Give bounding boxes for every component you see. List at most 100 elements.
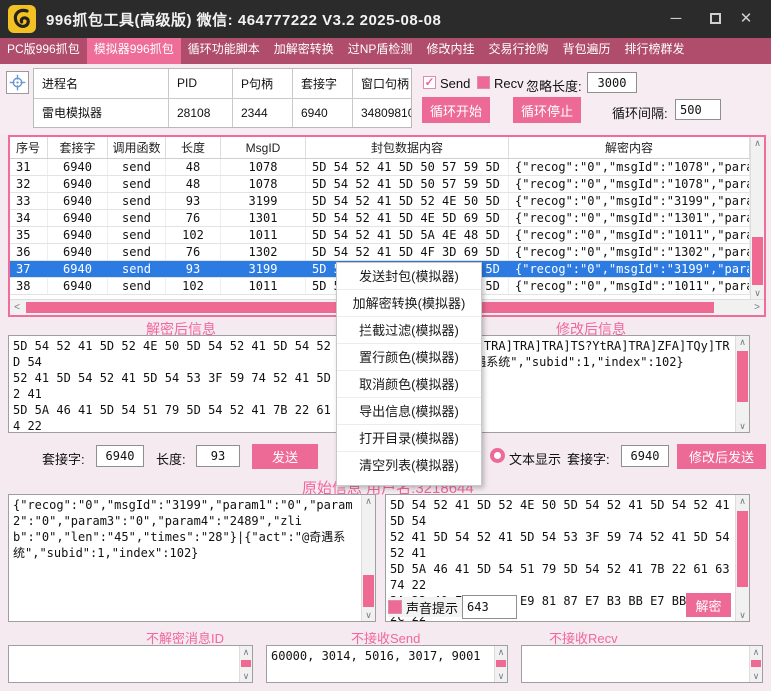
socket-input[interactable]: 6940 (96, 445, 144, 467)
scroll-up-icon[interactable]: ∧ (736, 495, 749, 507)
cell-func: send (108, 176, 166, 192)
scroll-down-icon[interactable]: ∨ (362, 609, 375, 621)
menu-item-cancel-color[interactable]: 取消颜色(模拟器) (337, 371, 481, 398)
packet-row[interactable]: 31 6940 send 48 1078 5D 54 52 41 5D 50 5… (10, 159, 764, 176)
scroll-up-icon[interactable]: ∧ (751, 137, 764, 149)
scroll-up-icon[interactable]: ∧ (736, 336, 749, 348)
scroll-thumb[interactable] (737, 511, 748, 587)
no-decrypt-textarea[interactable] (8, 645, 253, 683)
modified-info-scrollbar[interactable]: ∧ ∨ (735, 336, 749, 432)
menu-item-export-info[interactable]: 导出信息(模拟器) (337, 398, 481, 425)
no-send-textarea[interactable]: 60000, 3014, 5016, 3017, 9001 (266, 645, 508, 683)
tab-emulator-capture[interactable]: 模拟器996抓包 (87, 38, 181, 64)
scroll-thumb[interactable] (751, 660, 761, 667)
menu-item-send-packet[interactable]: 发送封包(模拟器) (337, 263, 481, 290)
modified-send-button[interactable]: 修改后发送 (677, 444, 766, 469)
send-button[interactable]: 发送 (252, 444, 318, 469)
loop-interval-input[interactable]: 500 (675, 99, 721, 120)
decrypt-button[interactable]: 解密 (686, 593, 731, 617)
menu-item-set-row-color[interactable]: 置行颜色(模拟器) (337, 344, 481, 371)
ignore-length-label: 忽略长度: (526, 76, 582, 95)
menu-item-encrypt-convert[interactable]: 加解密转换(模拟器) (337, 290, 481, 317)
socket2-input[interactable]: 6940 (621, 445, 669, 467)
tab-rank-broadcast[interactable]: 排行榜群发 (617, 38, 691, 60)
window-title: 996抓包工具(高级版) 微信: 464777222 V3.2 2025-08-… (46, 9, 441, 30)
scroll-up-icon[interactable]: ∧ (362, 495, 375, 507)
scroll-thumb[interactable] (241, 660, 251, 667)
cell-seq: 34 (10, 210, 48, 226)
vertical-scroll-thumb[interactable] (752, 237, 763, 285)
ignore-length-input[interactable]: 3000 (587, 72, 637, 93)
process-table-header: 进程名 PID P句柄 套接字 窗口句柄 (34, 69, 411, 99)
scroll-thumb[interactable] (363, 575, 374, 607)
menu-item-open-directory[interactable]: 打开目录(模拟器) (337, 425, 481, 452)
cell-seq: 36 (10, 244, 48, 260)
cell-length: 102 (166, 278, 221, 294)
sound-id-input[interactable]: 643 (462, 595, 517, 619)
original-hex-scrollbar[interactable]: ∧ ∨ (735, 495, 749, 621)
context-menu: 发送封包(模拟器) 加解密转换(模拟器) 拦截过滤(模拟器) 置行颜色(模拟器)… (336, 262, 482, 486)
no-recv-scrollbar[interactable]: ∧ ∨ (749, 646, 762, 682)
loop-stop-button[interactable]: 循环停止 (513, 97, 581, 123)
tab-bag-traverse[interactable]: 背包遍历 (555, 38, 617, 60)
tab-loop-script[interactable]: 循环功能脚本 (181, 38, 267, 60)
send-checkbox[interactable]: ✓ (423, 76, 436, 89)
scroll-up-icon[interactable]: ∧ (750, 646, 762, 658)
packet-row[interactable]: 35 6940 send 102 1011 5D 54 52 41 5D 5A … (10, 227, 764, 244)
text-display-radio[interactable] (490, 448, 505, 463)
sound-alert-checkbox[interactable] (388, 600, 402, 614)
scroll-left-icon[interactable]: < (10, 300, 24, 315)
scroll-thumb[interactable] (496, 660, 506, 667)
cell-length: 76 (166, 244, 221, 260)
process-socket: 6940 (293, 99, 353, 128)
tab-modify-plugin[interactable]: 修改内挂 (419, 38, 481, 60)
packet-row[interactable]: 33 6940 send 93 3199 5D 54 52 41 5D 52 4… (10, 193, 764, 210)
no-decrypt-box: ∧ ∨ (8, 645, 253, 683)
packet-row[interactable]: 34 6940 send 76 1301 5D 54 52 41 5D 4E 5… (10, 210, 764, 227)
tab-trade-snipe[interactable]: 交易行抢购 (481, 38, 555, 60)
no-decrypt-scrollbar[interactable]: ∧ ∨ (239, 646, 252, 682)
no-recv-textarea[interactable] (521, 645, 763, 683)
loop-start-button[interactable]: 循环开始 (422, 97, 490, 123)
scroll-up-icon[interactable]: ∧ (240, 646, 252, 658)
menu-item-intercept-filter[interactable]: 拦截过滤(模拟器) (337, 317, 481, 344)
scroll-down-icon[interactable]: ∨ (736, 609, 749, 621)
col-func: 调用函数 (108, 137, 166, 158)
cell-msgid: 1011 (221, 278, 306, 294)
cell-socket: 6940 (48, 210, 108, 226)
cell-packet-data: 5D 54 52 41 5D 5A 4E 48 5D 5... (306, 227, 509, 243)
original-json-textarea[interactable]: {"recog":"0","msgId":"3199","param1":"0"… (8, 494, 376, 622)
text-display-label: 文本显示 (509, 449, 561, 468)
scroll-down-icon[interactable]: ∨ (240, 670, 252, 682)
scroll-down-icon[interactable]: ∨ (751, 287, 764, 299)
minimize-button[interactable]: ─ (664, 7, 688, 31)
sound-alert-label: 声音提示 (406, 598, 458, 617)
process-row[interactable]: 雷电模拟器 28108 2344 6940 34809810 (34, 99, 411, 128)
menu-item-clear-list[interactable]: 清空列表(模拟器) (337, 452, 481, 479)
original-json-scrollbar[interactable]: ∧ ∨ (361, 495, 375, 621)
tab-np-shield[interactable]: 过NP盾检测 (341, 38, 420, 60)
scroll-up-icon[interactable]: ∧ (495, 646, 507, 658)
cell-packet-data: 5D 54 52 41 5D 50 57 59 5D 5... (306, 159, 509, 175)
recv-checkbox[interactable] (477, 76, 490, 89)
close-button[interactable]: ✕ (734, 7, 758, 31)
packet-row[interactable]: 36 6940 send 76 1302 5D 54 52 41 5D 4F 3… (10, 244, 764, 261)
scroll-down-icon[interactable]: ∨ (495, 670, 507, 682)
cell-func: send (108, 210, 166, 226)
scroll-right-icon[interactable]: > (750, 300, 764, 315)
cell-seq: 35 (10, 227, 48, 243)
window-picker-button[interactable] (6, 71, 29, 94)
packet-row[interactable]: 32 6940 send 48 1078 5D 54 52 41 5D 50 5… (10, 176, 764, 193)
no-send-box: 60000, 3014, 5016, 3017, 9001 ∧ ∨ (266, 645, 508, 683)
decrypted-info-textarea[interactable]: 5D 54 52 41 5D 52 4E 50 5D 54 52 41 5D 5… (8, 335, 376, 433)
send-checkbox-label: Send (440, 76, 470, 91)
length-input[interactable]: 93 (196, 445, 240, 467)
scroll-down-icon[interactable]: ∨ (736, 420, 749, 432)
no-send-scrollbar[interactable]: ∧ ∨ (494, 646, 507, 682)
table-vertical-scrollbar[interactable]: ∧ ∨ (750, 137, 764, 299)
scroll-down-icon[interactable]: ∨ (750, 670, 762, 682)
tab-pc-capture[interactable]: PC版996抓包 (0, 38, 87, 60)
maximize-button[interactable] (710, 13, 721, 24)
scroll-thumb[interactable] (737, 351, 748, 402)
tab-encrypt-convert[interactable]: 加解密转换 (267, 38, 341, 60)
